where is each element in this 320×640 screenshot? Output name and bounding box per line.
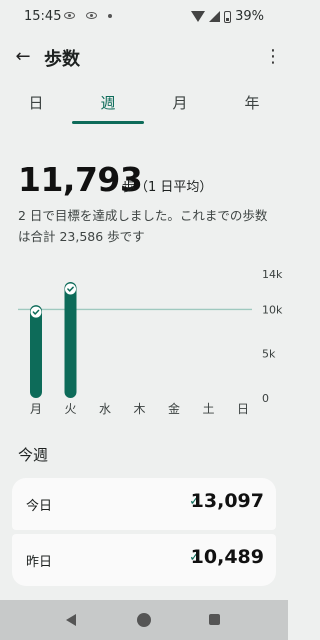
y-tick-label: 5k [262, 348, 276, 361]
x-tick-label: 月 [30, 402, 42, 416]
chart-bar [30, 305, 42, 398]
x-tick-label: 金 [168, 401, 180, 416]
battery-percent: 39% [235, 9, 264, 24]
x-tick-label: 日 [237, 402, 249, 416]
nav-back-icon[interactable] [66, 614, 76, 626]
more-vert-icon[interactable]: ⋮ [264, 46, 282, 68]
notification-dot-icon [108, 14, 112, 18]
average-unit: 歩（1 日平均） [122, 180, 213, 195]
battery-icon [224, 10, 232, 23]
tab-day[interactable]: 日 [0, 82, 72, 124]
steps-chart: 0 5k 10k 14k 月 火 水 木 金 土 日 [0, 262, 288, 422]
signal-icon [209, 11, 221, 22]
day-label: 今日 [26, 499, 53, 514]
x-tick-label: 火 [64, 402, 76, 416]
eye-icon [86, 12, 97, 19]
y-tick-label: 14k [262, 268, 283, 281]
tab-month[interactable]: 月 [144, 82, 216, 124]
y-tick-label: 0 [262, 392, 269, 405]
day-steps-value: 10,489 [190, 546, 264, 568]
eye-icon [64, 12, 75, 19]
day-steps-value: 13,097 [190, 490, 264, 512]
wifi-icon [191, 11, 206, 22]
period-tabs: 日 週 月 年 [0, 82, 288, 124]
summary-description: 2 日で目標を達成しました。これまでの歩数は合計 23,586 歩です [18, 208, 268, 244]
page-title: 歩数 [44, 49, 80, 70]
nav-recents-icon[interactable] [209, 614, 220, 625]
x-tick-label: 土 [202, 402, 214, 416]
chart-bar [64, 281, 77, 398]
status-time: 15:45 [24, 9, 62, 24]
status-bar: 15:45 39% [0, 0, 288, 34]
y-tick-label: 10k [262, 303, 283, 316]
status-icons: 39% [191, 9, 264, 24]
day-card-yesterday[interactable]: 昨日 ✓ 10,489 [12, 534, 276, 586]
arrow-left-icon[interactable]: ← [12, 46, 34, 68]
system-nav-bar [0, 600, 288, 640]
tab-year[interactable]: 年 [216, 82, 288, 124]
tab-week[interactable]: 週 [72, 82, 144, 124]
nav-home-icon[interactable] [137, 613, 151, 627]
day-card-today[interactable]: 今日 ✓ 13,097 [12, 478, 276, 530]
tab-indicator [72, 121, 144, 124]
steps-chart-svg: 0 5k 10k 14k 月 火 水 木 金 土 日 [18, 268, 283, 416]
week-section-title: 今週 [18, 446, 49, 464]
day-label: 昨日 [26, 555, 53, 570]
app-bar: ← 歩数 ⋮ [0, 34, 288, 80]
x-tick-label: 木 [133, 402, 145, 416]
x-tick-label: 水 [99, 402, 111, 416]
